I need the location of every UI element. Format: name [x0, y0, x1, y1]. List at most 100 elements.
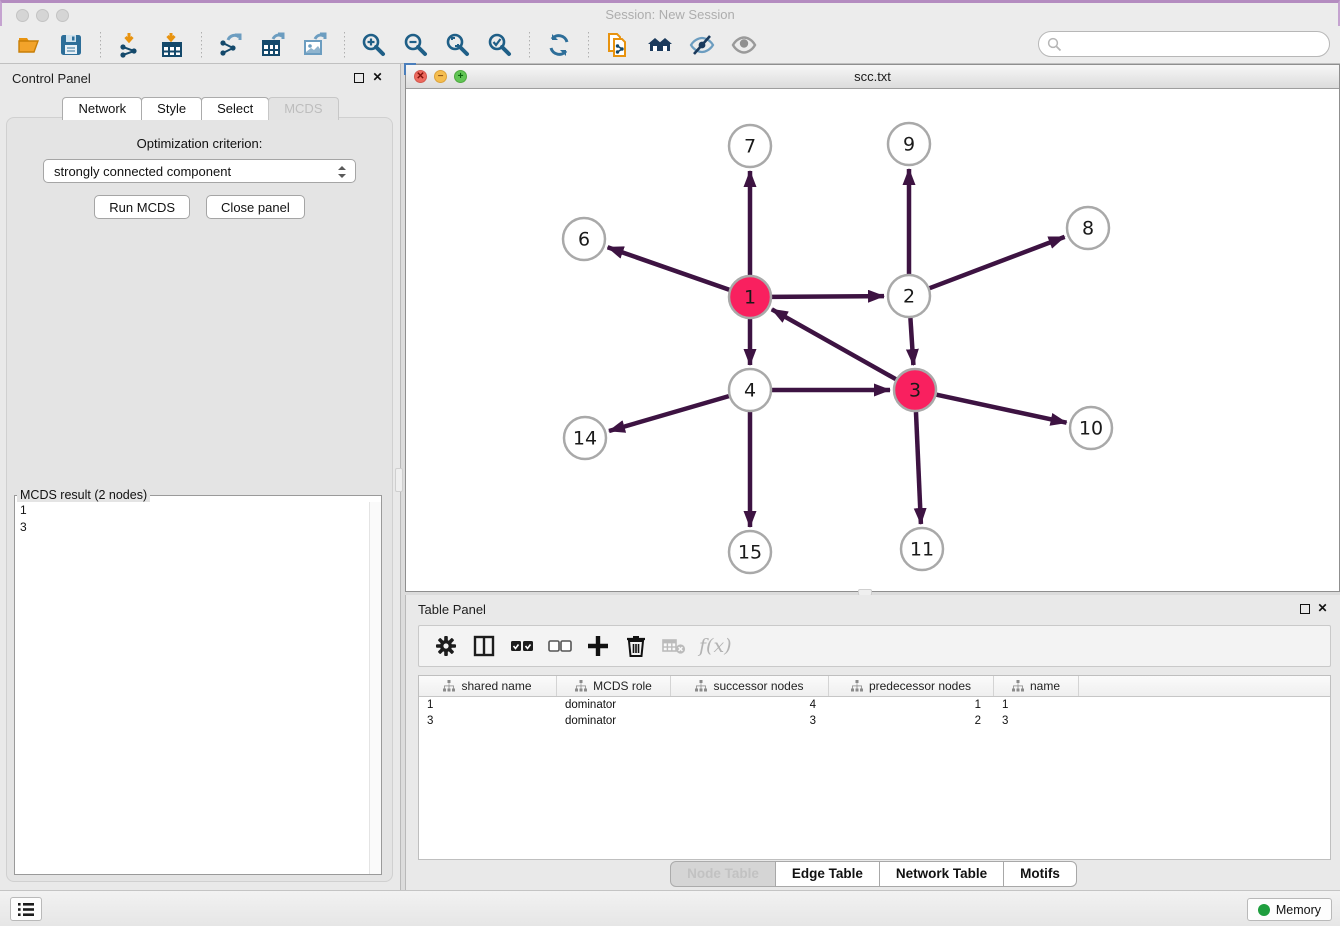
- edge-3-11[interactable]: [916, 412, 921, 524]
- close-panel-button[interactable]: Close panel: [206, 195, 305, 219]
- tab-mcds[interactable]: MCDS: [268, 97, 338, 120]
- hide-details-icon[interactable]: [688, 31, 716, 59]
- column-type-icon: [1012, 680, 1024, 692]
- zoom-in-icon[interactable]: [360, 31, 388, 59]
- column-label: predecessor nodes: [869, 679, 971, 693]
- table-row[interactable]: 1dominator411: [419, 697, 1330, 713]
- search-icon: [1047, 37, 1062, 52]
- function-builder-icon-disabled: f(x): [699, 635, 732, 657]
- float-table-panel-icon[interactable]: [1300, 604, 1310, 614]
- chevron-up-down-icon: [336, 164, 348, 180]
- tab-network[interactable]: Network: [62, 97, 142, 120]
- table-panel-title: Table Panel: [418, 602, 486, 617]
- edge-2-8[interactable]: [930, 237, 1065, 288]
- import-table-icon[interactable]: [158, 31, 186, 59]
- control-panel-title: Control Panel: [12, 71, 91, 86]
- column-header-name[interactable]: name: [994, 676, 1079, 696]
- edge-1-2[interactable]: [772, 296, 884, 297]
- zoom-fit-icon[interactable]: [444, 31, 472, 59]
- run-mcds-button[interactable]: Run MCDS: [94, 195, 190, 219]
- cell-name[interactable]: 1: [994, 697, 1079, 713]
- optimization-criterion-label: Optimization criterion:: [7, 136, 392, 151]
- split-columns-icon[interactable]: [469, 631, 499, 661]
- close-panel-icon[interactable]: ✕: [371, 71, 384, 84]
- export-table-icon[interactable]: [259, 31, 287, 59]
- panel-resize-grip[interactable]: [395, 468, 403, 492]
- edge-2-3[interactable]: [910, 318, 913, 365]
- tab-select[interactable]: Select: [201, 97, 269, 120]
- cell-successor-nodes[interactable]: 3: [671, 713, 829, 729]
- column-label: MCDS role: [593, 679, 652, 693]
- tab-node-table[interactable]: Node Table: [670, 861, 776, 887]
- search-field[interactable]: [1038, 31, 1330, 57]
- delete-column-icon[interactable]: [621, 631, 651, 661]
- column-type-icon: [443, 680, 455, 692]
- cell-mcds-role[interactable]: dominator: [557, 713, 671, 729]
- zoom-out-icon[interactable]: [402, 31, 430, 59]
- task-history-button[interactable]: [10, 897, 42, 921]
- column-header-mcds-role[interactable]: MCDS role: [557, 676, 671, 696]
- node-label-11: 11: [910, 539, 934, 561]
- column-header-successor-nodes[interactable]: successor nodes: [671, 676, 829, 696]
- network-graph[interactable]: 7968124314101511: [406, 89, 1339, 591]
- window-titlebar: Session: New Session: [0, 0, 1340, 26]
- edge-4-14[interactable]: [609, 396, 729, 431]
- table-tabs: Node TableEdge TableNetwork TableMotifs: [406, 861, 1340, 887]
- table-row[interactable]: 3dominator323: [419, 713, 1330, 729]
- gear-icon[interactable]: [431, 631, 461, 661]
- result-scrollbar[interactable]: [369, 502, 381, 874]
- open-folder-icon[interactable]: [15, 31, 43, 59]
- tab-network-table[interactable]: Network Table: [879, 861, 1004, 887]
- save-icon[interactable]: [57, 31, 85, 59]
- zoom-selected-icon[interactable]: [486, 31, 514, 59]
- column-header-predecessor-nodes[interactable]: predecessor nodes: [829, 676, 994, 696]
- mcds-result-list[interactable]: 13: [15, 502, 381, 874]
- clear-checkboxes-icon[interactable]: [545, 631, 575, 661]
- birds-eye-icon[interactable]: [730, 31, 758, 59]
- column-label: name: [1030, 679, 1060, 693]
- refresh-icon[interactable]: [545, 31, 573, 59]
- tab-edge-table[interactable]: Edge Table: [775, 861, 880, 887]
- column-header-shared-name[interactable]: shared name: [419, 676, 557, 696]
- node-label-3: 3: [909, 380, 921, 402]
- duplicate-network-icon[interactable]: [604, 31, 632, 59]
- toolbar-separator: [588, 32, 589, 58]
- table-toolbar: f(x): [418, 625, 1331, 667]
- cell-name[interactable]: 3: [994, 713, 1079, 729]
- float-panel-icon[interactable]: [354, 73, 364, 83]
- node-table[interactable]: shared name MCDS role successor nodes prede…: [418, 675, 1331, 860]
- column-type-icon: [575, 680, 587, 692]
- cell-shared-name[interactable]: 1: [419, 697, 557, 713]
- criterion-select[interactable]: strongly connected component: [43, 159, 356, 183]
- search-input[interactable]: [1062, 34, 1329, 54]
- cell-mcds-role[interactable]: dominator: [557, 697, 671, 713]
- import-network-icon[interactable]: [116, 31, 144, 59]
- export-network-icon[interactable]: [217, 31, 245, 59]
- list-icon: [17, 902, 35, 917]
- cell-predecessor-nodes[interactable]: 1: [829, 697, 994, 713]
- add-column-icon[interactable]: [583, 631, 613, 661]
- mcds-result-title: MCDS result (2 nodes): [17, 488, 150, 502]
- node-label-4: 4: [744, 380, 756, 402]
- close-table-panel-icon[interactable]: ✕: [1316, 602, 1329, 615]
- node-label-1: 1: [744, 287, 756, 309]
- delete-table-icon-disabled: [659, 631, 689, 661]
- network-view-title: scc.txt: [406, 69, 1339, 84]
- network-window-titlebar[interactable]: ✕ − + scc.txt: [406, 65, 1339, 89]
- edge-3-10[interactable]: [937, 395, 1067, 423]
- tab-motifs[interactable]: Motifs: [1003, 861, 1077, 887]
- tab-style[interactable]: Style: [141, 97, 202, 120]
- window-title: Session: New Session: [2, 7, 1338, 22]
- select-all-checkboxes-icon[interactable]: [507, 631, 537, 661]
- memory-button[interactable]: Memory: [1247, 898, 1332, 921]
- column-type-icon: [695, 680, 707, 692]
- export-image-icon[interactable]: [301, 31, 329, 59]
- node-label-2: 2: [903, 286, 915, 308]
- node-label-9: 9: [903, 134, 915, 156]
- edge-1-6[interactable]: [608, 247, 730, 289]
- first-neighbors-icon[interactable]: [646, 31, 674, 59]
- cell-shared-name[interactable]: 3: [419, 713, 557, 729]
- cell-successor-nodes[interactable]: 4: [671, 697, 829, 713]
- edge-3-1[interactable]: [772, 309, 896, 379]
- cell-predecessor-nodes[interactable]: 2: [829, 713, 994, 729]
